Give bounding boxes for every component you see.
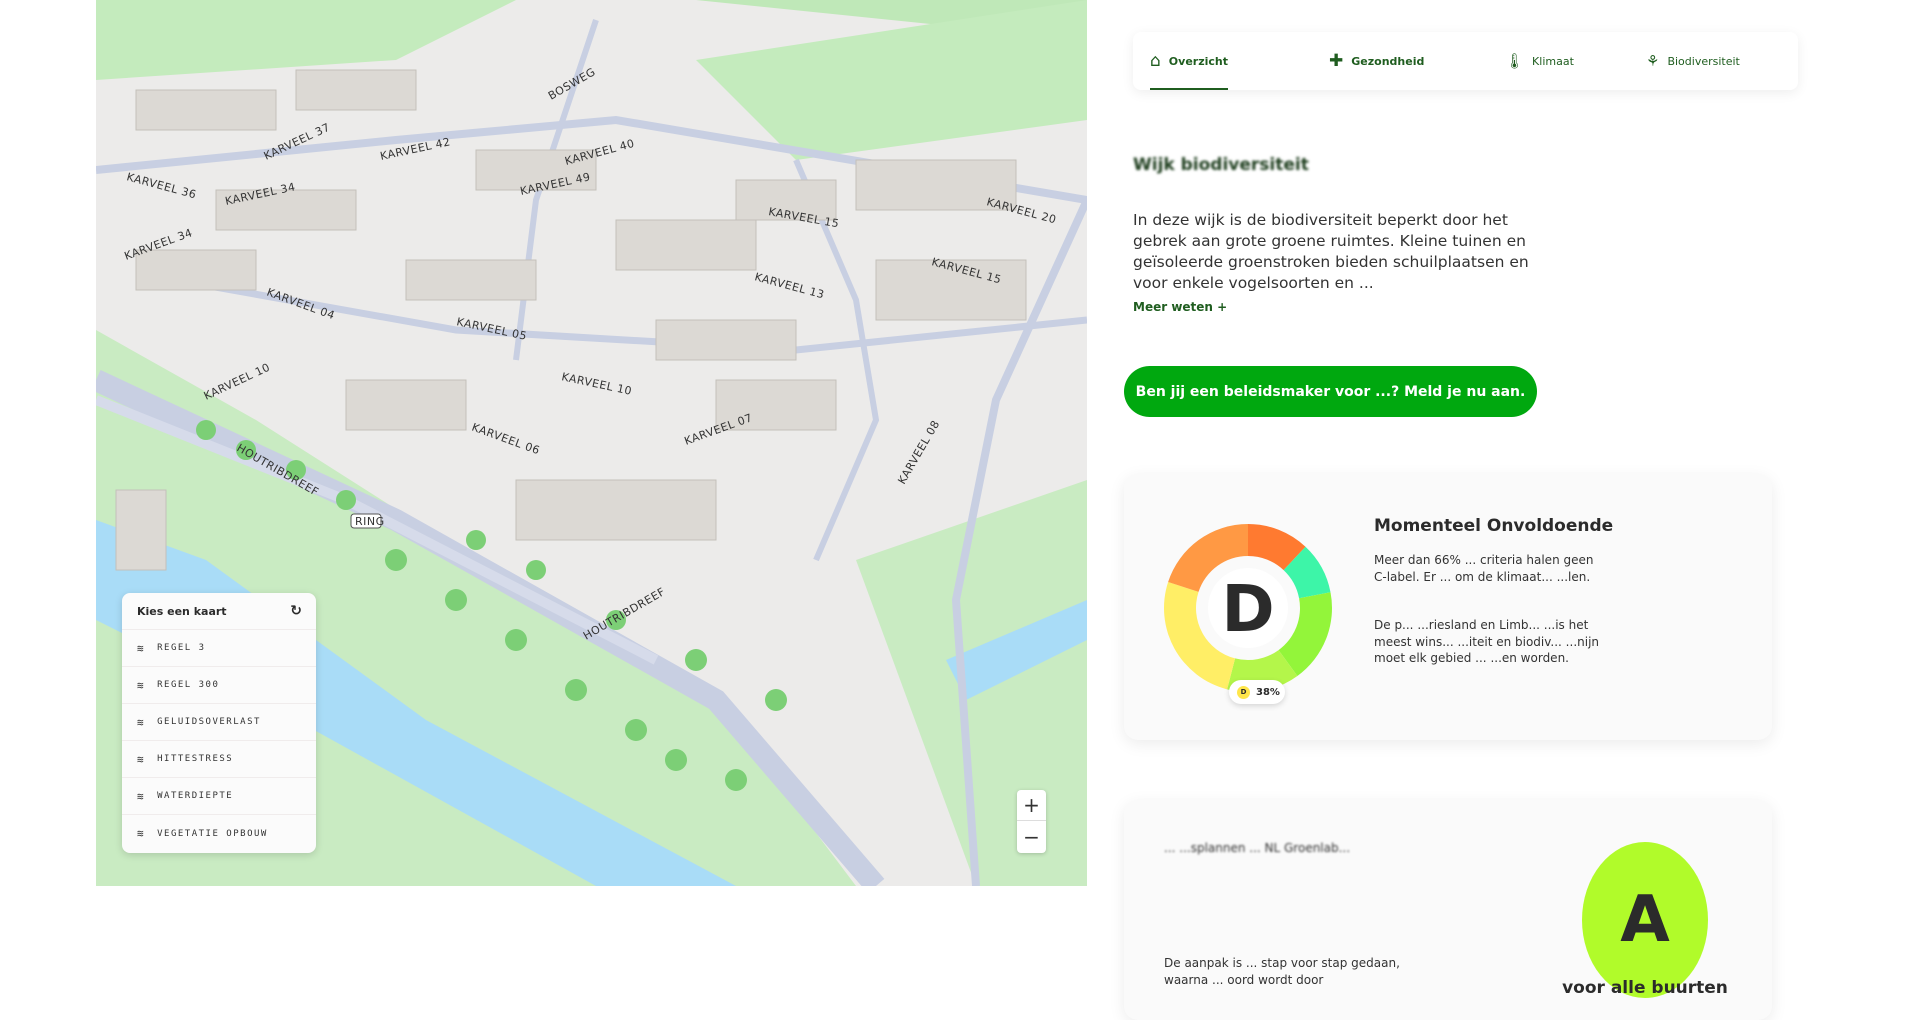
intro-title: Wijk biodiversiteit <box>1133 155 1309 175</box>
layer-label: REGEL 300 <box>157 680 220 690</box>
score-card: D D 38% Momenteel Onvoldoende Meer dan 66… <box>1124 474 1772 740</box>
cross-icon: ✚ <box>1329 51 1344 71</box>
layer-label: WATERDIEPTE <box>157 791 234 801</box>
second-card: ... ...splannen ... NL Groenlab... De aa… <box>1124 800 1772 1020</box>
layer-label: VEGETATIE OPBOUW <box>157 828 268 839</box>
layer-item-geluidsoverlast[interactable]: ≋ GELUIDSOVERLAST <box>122 704 316 741</box>
tab-label: Biodiversiteit <box>1667 54 1740 68</box>
reset-icon[interactable]: ↻ <box>290 603 302 619</box>
score-text-2: De p... ...riesland en Limb... ...is het… <box>1374 618 1600 665</box>
zoom-out-button[interactable]: − <box>1017 821 1046 852</box>
second-card-text-1: ... ...splannen ... NL Groenlab... <box>1164 841 1351 855</box>
layer-item-regel-300[interactable]: ≋ REGEL 300 <box>122 667 316 704</box>
more-link[interactable]: Meer weten + <box>1133 300 1227 314</box>
score-grade: D <box>1221 573 1274 647</box>
zoom-controls: + − <box>1017 790 1046 853</box>
second-card-text-2: De aanpak is ... stap voor stap gedaan, … <box>1164 956 1400 987</box>
tab-label: Klimaat <box>1532 54 1574 68</box>
tooltip-grade-badge: D <box>1237 685 1250 699</box>
layer-item-waterdiepte[interactable]: ≋ WATERDIEPTE <box>122 778 316 815</box>
layers-icon: ≋ <box>137 827 146 840</box>
layer-label: HITTESTRESS <box>157 754 234 764</box>
layers-icon: ≋ <box>137 641 146 655</box>
road-shield-label: RING <box>355 515 385 528</box>
layer-panel-title: Kies een kaart <box>137 604 227 618</box>
intro-text: In deze wijk is de biodiversiteit beperk… <box>1133 211 1529 292</box>
home-icon: ⌂ <box>1150 51 1161 71</box>
grade-badge-a: A <box>1582 842 1708 998</box>
layer-item-hittestress[interactable]: ≋ HITTESTRESS <box>122 741 316 778</box>
map-layer-panel: Kies een kaart ↻ ≋ REGEL 3 ≋ REGEL 300 ≋ GEL… <box>122 593 316 853</box>
score-donut[interactable]: D <box>1158 518 1338 698</box>
tooltip-value: 38% <box>1256 686 1280 698</box>
tab-klimaat[interactable]: 🌡 Klimaat <box>1505 32 1574 90</box>
tab-label: Overzicht <box>1168 54 1228 68</box>
layer-item-regel-3[interactable]: ≋ REGEL 3 <box>122 630 316 667</box>
tab-bar: ⌂ Overzicht ✚ Gezondheid 🌡 Klimaat ⚘ Biodive… <box>1133 32 1798 90</box>
score-text-1: Meer dan 66% ... criteria halen geen C-l… <box>1374 553 1594 584</box>
layers-icon: ≋ <box>137 752 146 766</box>
score-title: Momenteel Onvoldoende <box>1374 516 1614 536</box>
layers-icon: ≋ <box>137 789 146 803</box>
score-tooltip: D 38% <box>1229 680 1285 704</box>
thermometer-icon: 🌡 <box>1505 52 1525 70</box>
layer-label: REGEL 3 <box>157 643 206 653</box>
tab-gezondheid[interactable]: ✚ Gezondheid <box>1329 32 1424 90</box>
layers-icon: ≋ <box>137 678 146 692</box>
layer-label: GELUIDSOVERLAST <box>157 717 261 727</box>
signup-button[interactable]: Ben jij een beleidsmaker voor ...? Meld … <box>1124 366 1537 417</box>
layer-item-vegetatie-opbouw[interactable]: ≋ VEGETATIE OPBOUW <box>122 815 316 852</box>
tab-label: Gezondheid <box>1351 54 1425 68</box>
plant-icon: ⚘ <box>1646 52 1660 70</box>
layers-icon: ≋ <box>137 715 146 729</box>
tab-overzicht[interactable]: ⌂ Overzicht <box>1150 32 1228 90</box>
grade-label: voor alle buurten <box>1562 978 1728 998</box>
tab-biodiversiteit[interactable]: ⚘ Biodiversiteit <box>1646 32 1740 90</box>
zoom-in-button[interactable]: + <box>1017 790 1046 821</box>
